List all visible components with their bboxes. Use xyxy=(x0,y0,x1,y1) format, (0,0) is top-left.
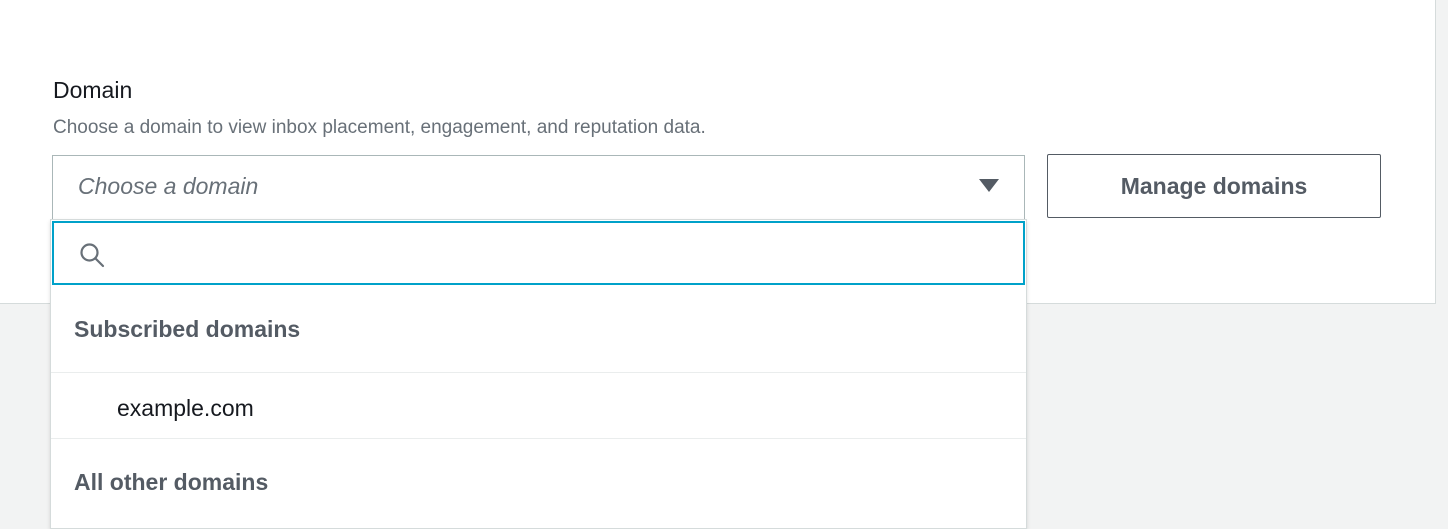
search-icon xyxy=(80,243,105,268)
domain-field-description: Choose a domain to view inbox placement,… xyxy=(53,117,706,138)
domain-option[interactable]: example.com xyxy=(51,373,1026,439)
domain-search-input[interactable] xyxy=(116,231,1000,277)
group-header-label: Subscribed domains xyxy=(74,316,301,342)
domain-option-label: example.com xyxy=(117,395,254,421)
domain-search-box[interactable] xyxy=(52,221,1025,285)
group-header-label: All other domains xyxy=(74,469,269,495)
domain-select-placeholder: Choose a domain xyxy=(78,173,259,199)
group-header-subscribed: Subscribed domains xyxy=(51,286,1026,373)
domain-dropdown-menu: Subscribed domains example.com All other… xyxy=(50,219,1027,529)
manage-domains-button[interactable]: Manage domains xyxy=(1047,154,1381,218)
domain-select[interactable]: Choose a domain xyxy=(52,155,1025,219)
group-header-all-other: All other domains xyxy=(51,439,1026,528)
domain-field-label: Domain xyxy=(53,77,133,103)
caret-down-icon[interactable] xyxy=(979,179,999,192)
